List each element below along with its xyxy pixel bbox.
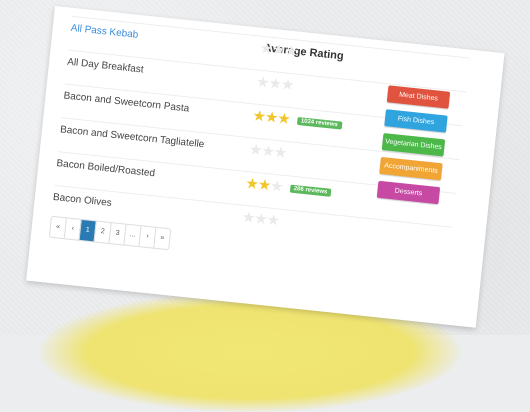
dish-name-link[interactable]: All Pass Kebab	[70, 23, 139, 41]
rating-stars: ★★★ 286 reviews	[245, 174, 333, 201]
star-icon: ★	[276, 109, 291, 129]
star-icon: ★	[272, 143, 288, 162]
dish-name: Bacon and Sweetcorn Pasta	[63, 90, 190, 115]
review-count-badge: 286 reviews	[289, 184, 332, 197]
star-icon: ★	[265, 211, 280, 230]
last-page-button[interactable]: »	[153, 227, 171, 250]
rating-stars: ★★★	[241, 208, 280, 230]
rating-stars: ★★★	[255, 72, 294, 94]
star-icon: ★	[269, 177, 284, 196]
dish-name: Bacon Olives	[52, 191, 113, 209]
dish-name: All Day Breakfast	[66, 56, 145, 76]
star-icon: ★	[280, 76, 295, 95]
rating-stars: ★★★	[248, 140, 287, 162]
dishes-panel: Average Rating All Pass Kebab ★★★ All Da…	[26, 6, 505, 328]
rating-stars: ★★★	[259, 39, 298, 61]
dish-name: Bacon Boiled/Roasted	[55, 158, 156, 180]
star-icon: ★	[283, 42, 298, 61]
rating-stars: ★★★ 1024 reviews	[252, 106, 343, 133]
review-count-badge: 1024 reviews	[296, 116, 343, 130]
